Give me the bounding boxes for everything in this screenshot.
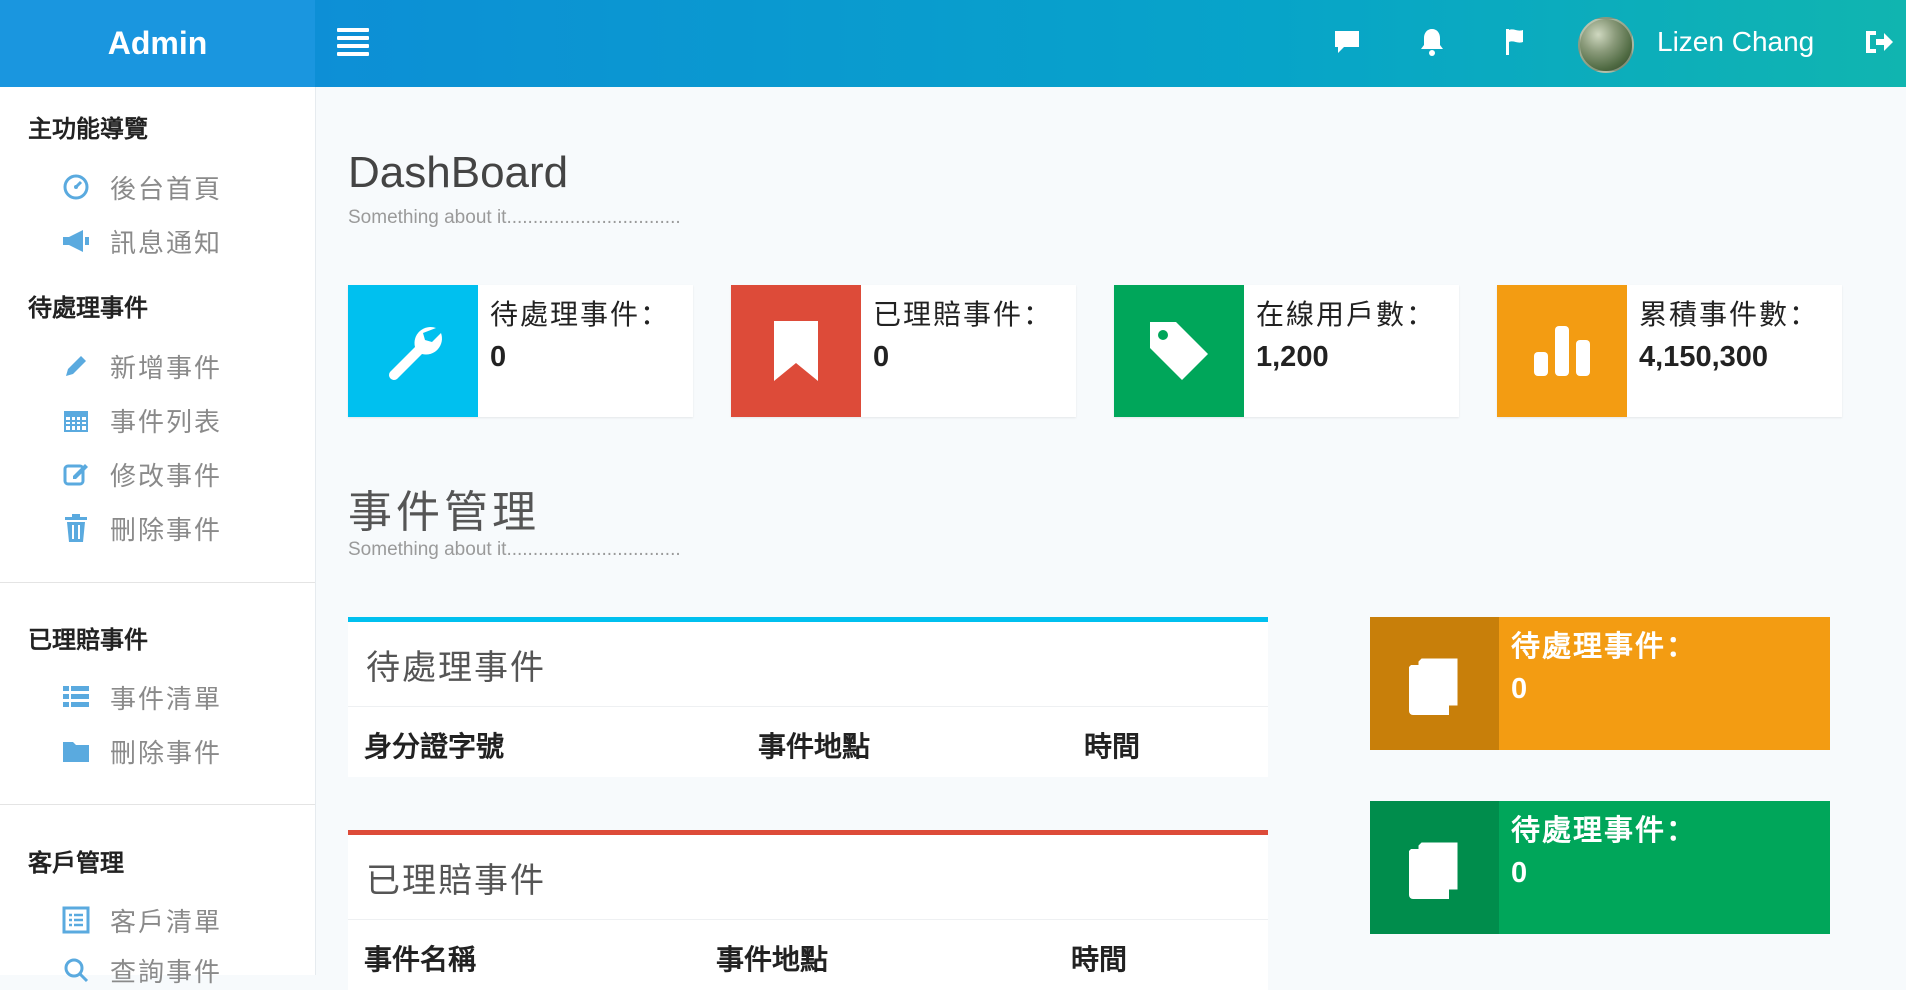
stat-card-pending[interactable]: 待處理事件： 0 [348,285,693,417]
stat-label: 累積事件數： [1639,298,1820,331]
tag-icon [1114,285,1244,417]
sidebar-item-dashboard[interactable]: 後台首頁 [60,167,222,207]
stat-label: 待處理事件： [490,298,671,331]
claimed-events-panel: 已理賠事件 事件名稱 事件地點 時間 [348,830,1268,990]
sidebar-section-title: 客戶管理 [28,849,124,877]
username[interactable]: Lizen Chang [1657,22,1814,62]
sidebar-item-event-list[interactable]: 事件列表 [60,400,222,440]
divider [0,582,315,583]
info-box-label: 待處理事件： [1511,629,1698,663]
sidebar-item-label: 刪除事件 [110,515,223,546]
sidebar-item-notifications[interactable]: 訊息通知 [60,221,222,261]
top-bar: Admin Lizen Chang [0,0,1906,87]
edit-icon [60,458,92,490]
flag-icon[interactable] [1496,22,1536,62]
sidebar-section-title: 主功能導覽 [28,115,148,143]
info-box-value: 0 [1511,857,1528,889]
column-header[interactable]: 身分證字號 [364,725,504,765]
stat-value: 0 [873,341,890,373]
sidebar-item-label: 客戶清單 [110,907,223,938]
stat-card-claimed[interactable]: 已理賠事件： 0 [731,285,1076,417]
stat-value: 0 [490,341,507,373]
column-header[interactable]: 事件地點 [758,725,870,765]
pending-events-panel: 待處理事件 身分證字號 事件地點 時間 [348,617,1268,777]
sidebar-item-claims-list[interactable]: 事件清單 [60,677,222,717]
panel-title: 待處理事件 [348,622,1268,707]
book-icon [1370,801,1499,934]
folder-icon [60,735,92,767]
menu-toggle-icon[interactable] [337,28,369,58]
sidebar-item-delete-event[interactable]: 刪除事件 [60,508,222,548]
sidebar-item-label: 查詢事件 [110,957,223,988]
stat-value: 1,200 [1256,341,1329,373]
dashboard-icon [60,171,92,203]
page-title: DashBoard [348,148,569,197]
bell-icon[interactable] [1412,22,1452,62]
sidebar-item-claims-delete[interactable]: 刪除事件 [60,731,222,771]
bookmark-icon [731,285,861,417]
sidebar: 主功能導覽 後台首頁 訊息通知 待處理事件 新增事件 事件列表 修改事件 刪除事… [0,87,316,988]
section-title: 事件管理 [348,487,540,538]
stat-value: 4,150,300 [1639,341,1769,373]
list-icon [60,681,92,713]
brand-logo[interactable]: Admin [0,0,315,87]
search-icon [60,954,92,986]
calendar-icon [60,404,92,436]
sidebar-item-edit-event[interactable]: 修改事件 [60,454,222,494]
stat-label: 在線用戶數： [1256,298,1437,331]
stat-label: 已理賠事件： [873,298,1054,331]
book-icon [1370,617,1499,750]
megaphone-icon [60,225,92,257]
bar-chart-icon [1497,285,1627,417]
info-box-value: 0 [1511,673,1528,705]
column-header[interactable]: 時間 [1084,725,1140,765]
sidebar-item-label: 後台首頁 [110,174,223,205]
sidebar-item-search-event[interactable]: 查詢事件 [60,950,222,990]
wrench-icon [348,285,478,417]
page-subtitle: Something about it......................… [348,207,681,228]
trash-icon [60,512,92,544]
sidebar-item-customer-list[interactable]: 客戶清單 [60,900,222,940]
panel-title: 已理賠事件 [348,835,1268,920]
info-box-label: 待處理事件： [1511,813,1698,847]
list-alt-icon [60,904,92,936]
stat-card-online-users[interactable]: 在線用戶數： 1,200 [1114,285,1459,417]
sidebar-item-label: 修改事件 [110,461,223,492]
column-header[interactable]: 事件地點 [716,938,828,978]
section-subtitle: Something about it......................… [348,539,681,560]
logout-icon[interactable] [1858,22,1898,62]
sidebar-section-title: 已理賠事件 [28,626,148,654]
sidebar-item-label: 新增事件 [110,353,223,384]
table-header: 事件名稱 事件地點 時間 [348,920,1268,990]
pencil-icon [60,350,92,382]
divider [0,804,315,805]
navbar: Lizen Chang [315,0,1906,87]
sidebar-item-add-event[interactable]: 新增事件 [60,346,222,386]
sidebar-item-label: 事件清單 [110,684,223,715]
sidebar-item-label: 事件列表 [110,407,223,438]
column-header[interactable]: 事件名稱 [364,938,476,978]
sidebar-section-title: 待處理事件 [28,294,148,322]
column-header[interactable]: 時間 [1071,938,1127,978]
stat-card-total-events[interactable]: 累積事件數： 4,150,300 [1497,285,1842,417]
sidebar-item-label: 刪除事件 [110,738,223,769]
chat-icon[interactable] [1327,22,1367,62]
info-box-orange[interactable]: 待處理事件： 0 [1370,617,1830,750]
avatar[interactable] [1578,17,1634,73]
table-header: 身分證字號 事件地點 時間 [348,707,1268,777]
info-box-green[interactable]: 待處理事件： 0 [1370,801,1830,934]
sidebar-item-label: 訊息通知 [110,228,223,259]
